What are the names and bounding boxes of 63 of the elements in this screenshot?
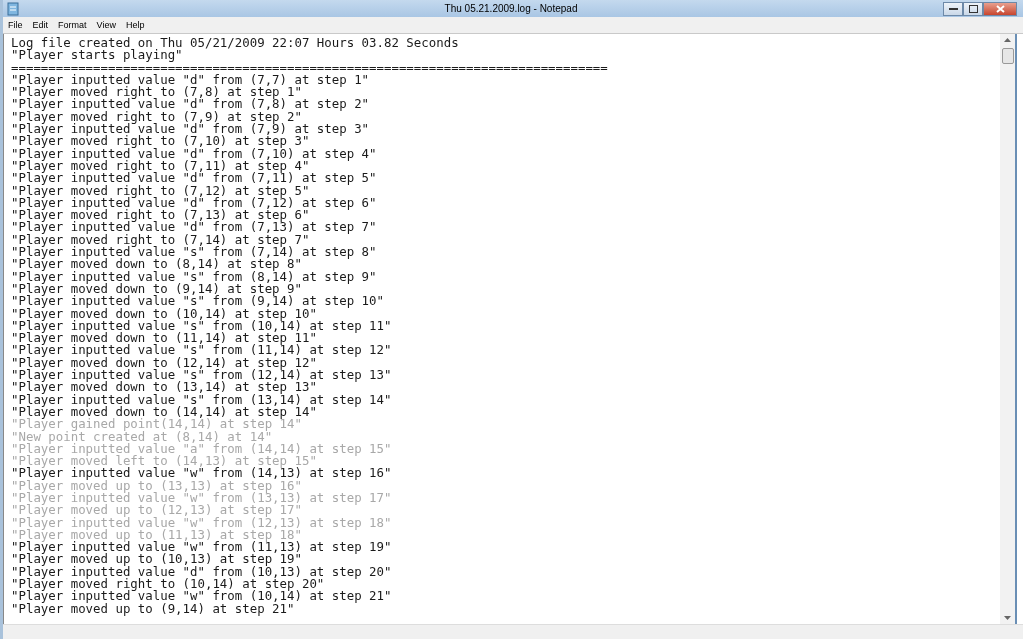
maximize-button[interactable] [963,1,983,16]
log-line: "Player moved left to (14,13) at step 15" [11,455,317,468]
menu-item[interactable]: File [3,20,28,30]
maximize-icon [968,4,978,13]
log-line: "Player moved up to (13,13) at step 16" [11,479,303,492]
minimize-button[interactable] [943,1,963,16]
close-button[interactable] [983,1,1017,16]
log-line: "Player inputted value "d" from (7,10) at step 4" [11,147,378,160]
log-line: "Player moved down to (14,14) at step 14" [11,405,317,419]
log-line: "Player moved down to (8,14) at step 8" [11,258,303,271]
log-line: "Player inputted value "w" from (10,14) at step 21" [11,590,393,603]
log-line: "Player moved down to (13,14) at step 13" [11,381,318,394]
notepad-icon [7,1,19,16]
log-line: "Player inputted value "d" from (7,7) at step 1" [11,73,371,87]
log-line: "Player inputted value "d" from (7,9) at step 3" [11,123,371,136]
log-line: "Player moved down to (11,14) at step 11" [11,332,317,345]
log-line: Log file created on Thu 05/21/2009 22:07 Hours 03.82 Seconds [11,37,460,50]
menu-item[interactable]: Help [120,20,150,30]
scroll-thumb[interactable] [1001,48,1014,64]
log-line: "Player moved down to (10,14) at step 10" [11,307,318,320]
log-line: "Player moved up to (9,14) at step 21" [11,602,295,615]
log-line: "Player moved right to (7,12) at step 5" [11,184,311,197]
log-line: "Player moved right to (7,8) at step 1" [11,86,302,99]
scroll-up-icon[interactable] [1004,38,1011,42]
log-line: "Player moved right to (7,13) at step 6" [11,209,310,222]
window-title: Thu 05.21.2009.log - Notepad [444,3,578,14]
log-line: "Player moved right to (7,14) at step 7" [11,233,311,247]
log-line: ================================================================================ [11,61,609,74]
log-line: "Player gained point(14,14) at step 14" [11,418,303,431]
log-line: "Player inputted value "s" from (13,14) at step 14" [11,393,393,406]
log-line: "Player inputted value "d" from (7,13) at step 7" [11,221,378,234]
menu-item[interactable]: Edit [27,20,54,30]
log-line: "Player starts playing" [11,49,184,62]
log-line: "Player inputted value "w" from (13,13) at step 17" [11,492,393,505]
log-line: "Player moved right to (10,14) at step 20" [11,578,326,591]
menu-item[interactable]: View [91,20,121,30]
log-line: "Player inputted value "w" from (14,13) at step 16" [11,467,393,480]
log-line: "Player moved up to (11,13) at step 18" [11,528,303,542]
log-line: "Player inputted value "d" from (10,13) at step 20" [11,565,393,579]
vertical-scrollbar[interactable] [1000,34,1015,624]
log-line: "Player moved up to (10,13) at step 19" [11,553,303,566]
log-line: "Player moved down to (12,14) at step 12" [11,356,318,369]
horizontal-scrollbar[interactable] [3,624,1023,639]
log-line: "Player inputted value "s" from (10,14) at step 11" [11,319,393,333]
log-line: "Player inputted value "s" from (7,14) at step 8" [11,246,378,259]
log-line: "Player inputted value "s" from (12,14) at step 13" [11,369,393,382]
log-line: "Player inputted value "d" from (7,8) at step 2" [11,98,371,111]
log-line: "New point created at (8,14) at 14" [11,430,273,443]
log-line: "Player inputted value "a" from (14,14) at step 15" [11,442,393,456]
log-line: "Player moved up to (12,13) at step 17" [11,504,303,517]
close-icon [995,4,1005,13]
menu-item[interactable]: Format [53,20,92,30]
log-line: "Player moved right to (7,11) at step 4" [11,159,310,173]
log-line: "Player moved right to (7,9) at step 2" [11,110,303,124]
log-line: "Player moved down to (9,14) at step 9" [11,282,303,296]
log-line: "Player inputted value "w" from (11,13) at step 19" [11,541,393,554]
log-line: "Player inputted value "d" from (7,11) at step 5" [11,172,378,185]
log-line: "Player inputted value "s" from (11,14) at step 12" [11,344,393,357]
log-line: "Player inputted value "w" from (12,13) at step 18" [11,516,393,529]
scroll-down-icon[interactable] [1004,616,1011,620]
log-line: "Player inputted value "s" from (8,14) at step 9" [11,270,378,283]
log-line: "Player moved right to (7,10) at step 3" [11,135,311,148]
log-line: "Player inputted value "s" from (9,14) at step 10" [11,295,385,308]
